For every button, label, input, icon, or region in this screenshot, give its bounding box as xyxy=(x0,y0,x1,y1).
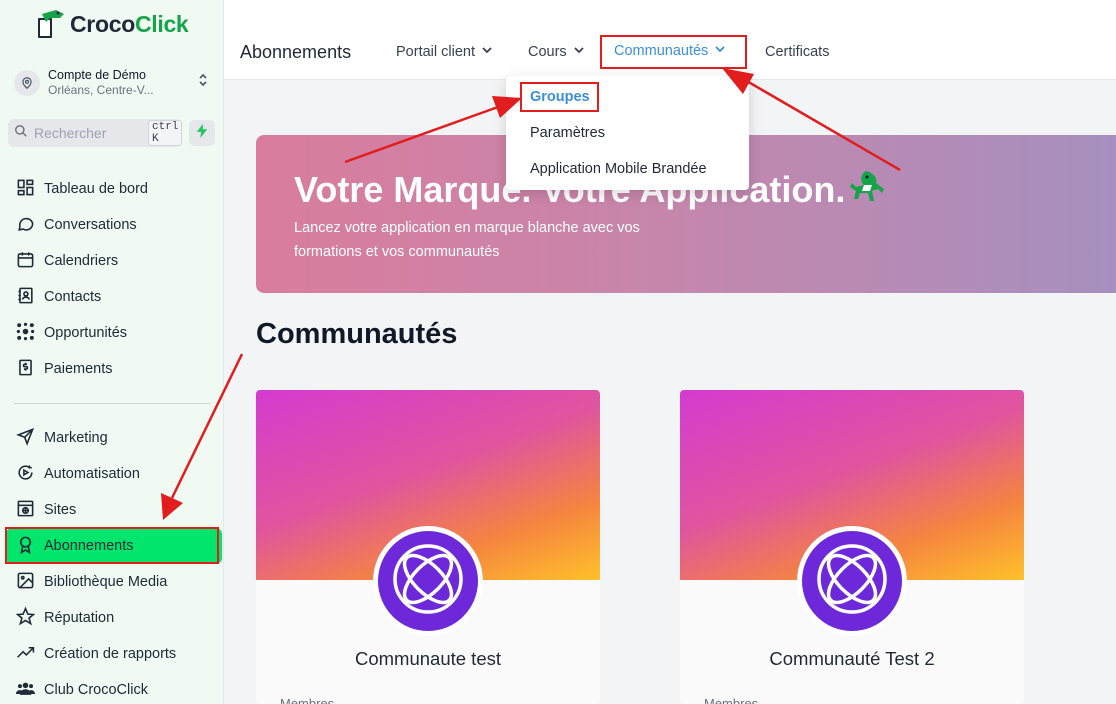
sidebar-item-calendriers[interactable]: Calendriers xyxy=(0,243,224,279)
brand-name-1: Croco xyxy=(70,10,135,37)
atom-icon xyxy=(390,541,466,622)
quick-action-button[interactable] xyxy=(189,120,215,146)
sidebar-item-conversations[interactable]: Conversations xyxy=(0,207,224,243)
sidebar-item-label: Paiements xyxy=(44,361,113,377)
community-logo xyxy=(373,526,483,636)
sidebar-item-label: Sites xyxy=(44,502,77,518)
brand-logo[interactable]: CrocoClick xyxy=(36,8,189,40)
sidebar-item-label: Opportunités xyxy=(44,325,128,341)
sidebar-item-label: Club CrocoClick xyxy=(44,682,148,698)
community-members-label: Membres xyxy=(280,696,335,704)
sidebar-item-paiements[interactable]: Paiements xyxy=(0,351,224,387)
sidebar-nav-primary: Tableau de bord Conversations Calendrier… xyxy=(0,171,224,387)
sidebar-item-contacts[interactable]: Contacts xyxy=(0,279,224,315)
award-icon xyxy=(16,535,35,558)
sidebar-item-opportunites[interactable]: Opportunités xyxy=(0,315,224,351)
sidebar-item-tableau-de-bord[interactable]: Tableau de bord xyxy=(0,171,224,207)
communautes-dropdown-menu: Groupes Paramètres Application Mobile Br… xyxy=(506,76,749,190)
tab-certificats[interactable]: Certificats xyxy=(765,44,829,60)
community-name: Communaute test xyxy=(354,648,501,669)
community-logo xyxy=(797,526,907,636)
sidebar-item-reputation[interactable]: Réputation xyxy=(0,600,224,636)
tab-cours[interactable]: Cours xyxy=(528,44,585,60)
tab-label: Certificats xyxy=(765,44,830,60)
sidebar-item-label: Marketing xyxy=(44,430,108,446)
brand-name-2: Click xyxy=(134,10,189,37)
sidebar-item-label: Bibliothèque Media xyxy=(44,574,168,590)
sidebar-item-label: Calendriers xyxy=(44,253,119,269)
sidebar-item-creation-de-rapports[interactable]: Création de rapports xyxy=(0,636,224,672)
tab-label: Cours xyxy=(528,44,567,60)
account-switcher[interactable]: Compte de Démo Orléans, Centre-V... xyxy=(8,62,216,104)
sidebar-item-abonnements[interactable]: Abonnements xyxy=(6,528,222,564)
chevron-up-down-icon xyxy=(198,72,208,90)
page-title: Abonnements xyxy=(240,42,352,62)
community-card[interactable]: Communauté Test 2 Membres xyxy=(680,390,1024,704)
community-card[interactable]: Communaute test Membres xyxy=(256,390,600,704)
sidebar-item-marketing[interactable]: Marketing xyxy=(0,420,224,456)
sidebar-item-label: Automatisation xyxy=(44,466,140,482)
atom-icon xyxy=(814,541,890,622)
sidebar-item-label: Création de rapports xyxy=(44,646,177,662)
contacts-icon xyxy=(16,286,35,309)
section-title: Communautés xyxy=(256,318,458,350)
menu-item-application-mobile[interactable]: Application Mobile Brandée xyxy=(530,161,707,177)
croco-logo-icon xyxy=(36,8,66,40)
sidebar-item-label: Contacts xyxy=(44,289,102,305)
calendar-icon xyxy=(16,250,35,273)
sidebar: CrocoClick Compte de Démo Orléans, Centr… xyxy=(0,0,224,704)
star-icon xyxy=(15,606,36,630)
search-input[interactable] xyxy=(34,125,142,141)
account-location: Orléans, Centre-V... xyxy=(48,83,154,97)
trend-icon xyxy=(16,643,35,666)
send-icon xyxy=(16,427,35,450)
banner-subtitle: Lancez votre application en marque blanc… xyxy=(294,220,640,260)
sidebar-item-label: Abonnements xyxy=(44,538,134,554)
search-shortcut: ctrl K xyxy=(148,120,183,146)
sidebar-item-bibliotheque-media[interactable]: Bibliothèque Media xyxy=(0,564,224,600)
top-header: Abonnements Portail client Cours Communa… xyxy=(224,0,1116,80)
menu-item-groupes[interactable]: Groupes xyxy=(530,89,590,105)
community-members-label: Membres xyxy=(704,696,759,704)
image-icon xyxy=(16,571,35,594)
chat-icon xyxy=(16,214,35,237)
community-name: Communauté Test 2 xyxy=(769,648,935,669)
sidebar-item-label: Conversations xyxy=(44,217,137,233)
chevron-down-icon xyxy=(481,44,493,60)
payments-icon xyxy=(16,358,35,381)
sidebar-item-label: Tableau de bord xyxy=(44,181,148,197)
sidebar-item-label: Réputation xyxy=(44,610,115,626)
tab-portail-client[interactable]: Portail client xyxy=(396,44,493,60)
lightning-icon xyxy=(196,123,208,143)
account-name: Compte de Démo xyxy=(48,68,146,82)
sites-icon xyxy=(16,499,35,522)
sidebar-nav-secondary: Marketing Automatisation Sites Abonnemen… xyxy=(0,420,224,704)
users-icon xyxy=(16,679,35,702)
crocodile-icon xyxy=(846,169,886,214)
automation-icon xyxy=(16,463,35,486)
location-pin-icon xyxy=(14,70,40,96)
sidebar-item-sites[interactable]: Sites xyxy=(0,492,224,528)
menu-item-parametres[interactable]: Paramètres xyxy=(530,125,605,141)
chevron-down-icon xyxy=(573,44,585,60)
search-icon xyxy=(14,124,28,143)
tab-label: Communautés xyxy=(614,43,709,59)
sidebar-item-club-crococlick[interactable]: Club CrocoClick xyxy=(0,672,224,704)
opportunities-icon xyxy=(16,322,35,345)
dashboard-icon xyxy=(16,178,35,201)
tab-communautes[interactable]: Communautés xyxy=(614,43,726,59)
search-box[interactable]: ctrl K xyxy=(8,119,183,147)
tab-label: Portail client xyxy=(396,44,475,60)
sidebar-item-automatisation[interactable]: Automatisation xyxy=(0,456,224,492)
chevron-down-icon xyxy=(714,43,726,59)
sidebar-divider xyxy=(14,403,210,404)
